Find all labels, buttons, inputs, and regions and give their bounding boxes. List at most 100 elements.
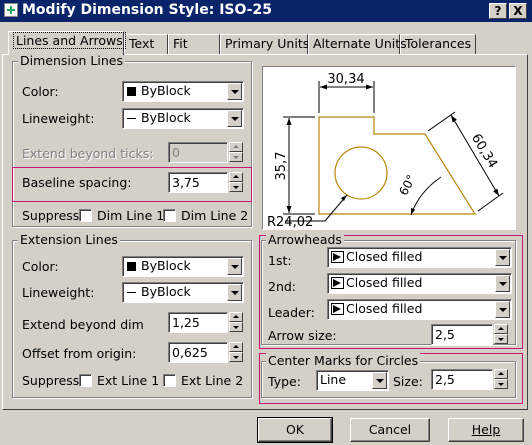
ext-line-1-label: Ext Line 1 <box>97 373 160 388</box>
ext-line-2-label: Ext Line 2 <box>181 373 244 388</box>
spin-down-icon[interactable] <box>229 352 243 362</box>
ext-lineweight-select[interactable]: ByBlock <box>122 282 244 303</box>
closed-filled-arrow-icon <box>331 277 344 289</box>
extend-ticks-value: 0 <box>168 142 228 163</box>
spin-down-icon <box>229 152 243 162</box>
preview-drawing: 30,34 35,7 60,34 60° R24,02 <box>267 72 504 230</box>
arrow-size-input[interactable]: 2,5 <box>431 324 493 345</box>
dimension-lines-title: Dimension Lines <box>18 53 125 68</box>
ext-color-value: ByBlock <box>141 258 191 273</box>
tab-fit[interactable]: Fit <box>168 34 220 54</box>
ext-line-1-checkbox[interactable] <box>79 374 92 387</box>
line-sample-icon <box>127 292 136 293</box>
dim-radius-text: R24,02 <box>267 215 313 229</box>
part-outline <box>318 116 477 215</box>
dim-color-label: Color: <box>22 84 59 99</box>
dim-lineweight-select[interactable]: ByBlock <box>122 108 244 129</box>
dim-top-text: 30,34 <box>327 72 364 87</box>
spin-up-icon[interactable] <box>229 342 243 352</box>
extend-ticks-label: Extend beyond ticks: <box>22 146 154 161</box>
close-button[interactable]: X <box>509 3 527 19</box>
dim-left-text: 35,7 <box>274 152 289 181</box>
spin-up-icon[interactable] <box>494 324 508 334</box>
spin-up-icon[interactable] <box>494 369 508 379</box>
help-button-label: Help <box>471 422 501 437</box>
ext-line-2-checkbox[interactable] <box>163 374 176 387</box>
dim-lineweight-value: ByBlock <box>141 110 191 125</box>
arrowheads-title: Arrowheads <box>266 232 344 247</box>
preview-pane: 30,34 35,7 60,34 60° R24,02 <box>262 66 516 230</box>
dim-color-select[interactable]: ByBlock <box>122 81 244 102</box>
color-swatch <box>127 262 136 271</box>
dim-lineweight-label: Lineweight: <box>22 111 95 126</box>
dim-angle-text: 60° <box>396 172 418 197</box>
center-marks-title: Center Marks for Circles <box>266 353 421 368</box>
arrow-second-value: Closed filled <box>346 275 423 290</box>
arrow-first-label: 1st: <box>268 253 292 268</box>
tab-tolerances[interactable]: Tolerances <box>400 34 476 54</box>
title-bar[interactable]: Modify Dimension Style: ISO-25 ? X <box>0 0 532 22</box>
arrow-leader-label: Leader: <box>268 305 315 320</box>
arrow-size-label: Arrow size: <box>268 328 337 343</box>
ext-color-select[interactable]: ByBlock <box>122 256 244 277</box>
chevron-down-icon[interactable] <box>227 110 242 127</box>
line-sample-icon <box>127 118 136 119</box>
ext-color-label: Color: <box>22 259 59 274</box>
tab-primary-units[interactable]: Primary Units <box>220 34 309 54</box>
ext-suppress-label: Suppress: <box>22 373 84 388</box>
chevron-down-icon[interactable] <box>495 249 510 266</box>
dim-line-2-label: Dim Line 2 <box>181 208 249 223</box>
center-size-input[interactable]: 2,5 <box>431 369 493 390</box>
tab-lines-and-arrows[interactable]: Lines and Arrows <box>8 31 126 55</box>
window-title: Modify Dimension Style: ISO-25 <box>22 2 272 18</box>
baseline-spacing-label: Baseline spacing: <box>22 175 132 190</box>
tab-alternate-units[interactable]: Alternate Units <box>308 34 407 54</box>
center-type-select[interactable]: Line <box>316 370 389 391</box>
spin-up-icon[interactable] <box>229 312 243 322</box>
ext-extend-input[interactable]: 1,25 <box>168 312 228 333</box>
extension-lines-title: Extension Lines <box>18 232 120 247</box>
dim-suppress-label: Suppress: <box>22 208 84 223</box>
baseline-spacing-input[interactable]: 3,75 <box>168 172 228 193</box>
chevron-down-icon[interactable] <box>227 258 242 275</box>
spin-up-icon[interactable] <box>229 172 243 182</box>
chevron-down-icon[interactable] <box>227 83 242 100</box>
arrow-first-select[interactable]: Closed filled <box>327 247 512 268</box>
closed-filled-arrow-icon <box>331 251 344 263</box>
chevron-down-icon[interactable] <box>495 275 510 292</box>
cancel-button[interactable]: Cancel <box>350 418 430 442</box>
color-swatch <box>127 87 136 96</box>
ext-lineweight-label: Lineweight: <box>22 285 95 300</box>
dim-line-1-checkbox[interactable] <box>79 209 92 222</box>
dim-line-2-checkbox[interactable] <box>163 209 176 222</box>
spin-down-icon[interactable] <box>494 379 508 389</box>
ext-extend-label: Extend beyond dim <box>22 317 144 332</box>
offset-origin-label: Offset from origin: <box>22 346 137 361</box>
part-hole <box>334 146 388 200</box>
chevron-down-icon[interactable] <box>495 301 510 318</box>
app-icon <box>4 3 18 17</box>
dim-line-1-label: Dim Line 1 <box>97 208 165 223</box>
spin-down-icon[interactable] <box>229 182 243 192</box>
ok-button[interactable]: OK <box>257 417 333 443</box>
chevron-down-icon[interactable] <box>372 372 387 389</box>
help-button[interactable]: Help <box>448 418 524 442</box>
spin-down-icon[interactable] <box>229 322 243 332</box>
offset-origin-input[interactable]: 0,625 <box>168 342 228 363</box>
spin-up-icon <box>229 142 243 152</box>
arrow-first-value: Closed filled <box>346 249 423 264</box>
ext-lineweight-value: ByBlock <box>141 284 191 299</box>
help-title-button[interactable]: ? <box>489 3 507 19</box>
center-type-label: Type: <box>268 374 301 389</box>
arrow-second-select[interactable]: Closed filled <box>327 273 512 294</box>
chevron-down-icon[interactable] <box>227 284 242 301</box>
dim-color-value: ByBlock <box>141 83 191 98</box>
tab-text[interactable]: Text <box>124 34 168 54</box>
arrow-leader-select[interactable]: Closed filled <box>327 299 512 320</box>
spin-down-icon[interactable] <box>494 334 508 344</box>
arrow-leader-value: Closed filled <box>346 301 423 316</box>
center-size-label: Size: <box>393 374 423 389</box>
center-type-value: Line <box>320 372 347 387</box>
arrow-second-label: 2nd: <box>268 279 297 294</box>
closed-filled-arrow-icon <box>331 303 344 315</box>
